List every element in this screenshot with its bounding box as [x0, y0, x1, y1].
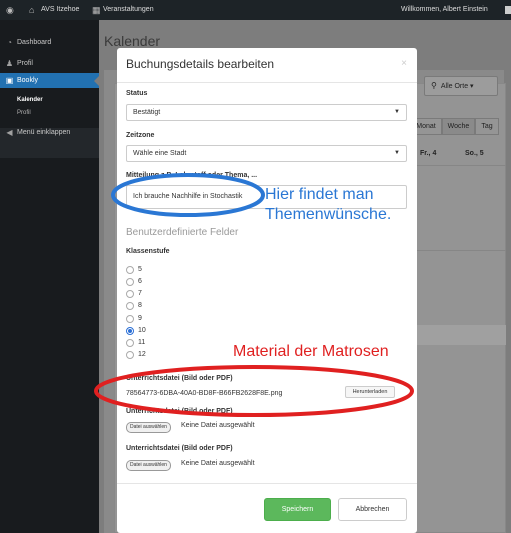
blue-annotation-line2: Themenwünsche.	[265, 206, 392, 223]
red-annotation-text: Material der Matrosen	[233, 343, 389, 360]
blue-annotation-line1: Hier findet man	[265, 186, 374, 203]
annotation-overlay	[94, 173, 414, 417]
red-annotation-ellipse	[94, 365, 414, 417]
blue-annotation-ellipse	[111, 173, 265, 217]
